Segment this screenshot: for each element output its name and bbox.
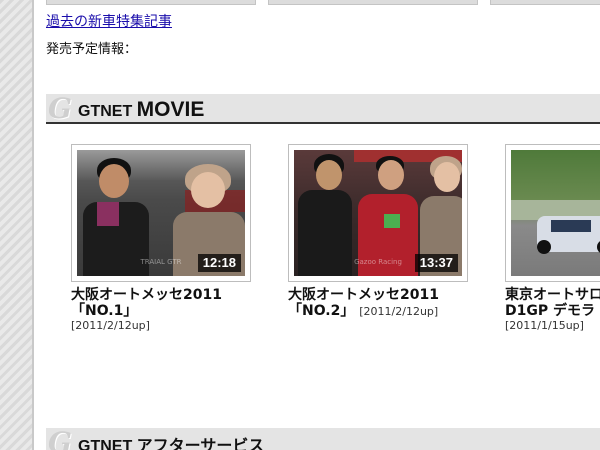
video-duration: 12:18 [197,254,241,272]
video-thumbnail-2[interactable]: Gazoo Racing 13:37 [288,144,468,282]
section-brand: GTNET [78,103,133,120]
video-title-line1: 大阪オートメッセ2011 [288,287,439,303]
video-duration: 13:37 [414,254,458,272]
movie-section-header: G GTNET MOVIE [46,94,600,124]
video-title-2[interactable]: 大阪オートメッセ2011 「NO.2」 [2011/2/12up] [288,287,439,320]
video-date-2: [2011/2/12up] [359,305,439,318]
top-tab-2[interactable] [268,0,478,5]
video-title-line2: 「NO.2」 [2011/2/12up] [288,303,439,319]
gutter-divider [32,0,34,450]
top-tab-1[interactable] [46,0,256,5]
section-brand: GTNET [78,438,133,450]
section-name: アフターサービス [136,438,265,450]
video-thumbnail-1[interactable]: TRAIAL GTR 12:18 [71,144,251,282]
video-title-line2: 「NO.1」 [71,303,138,319]
release-schedule-label: 発売予定情報： [46,42,138,57]
after-service-section-title: GTNET アフターサービス [78,432,264,450]
video-title-line2: D1GP デモラ [505,303,595,319]
after-service-section-header: G GTNET アフターサービス [46,428,600,450]
movie-section-title: GTNET MOVIE [78,98,204,122]
top-tab-3[interactable] [490,0,600,5]
video-date-1: [2011/2/12up] [71,319,150,332]
video-title-line1: 東京オートサロ [505,287,600,303]
gtnet-g-logo-icon: G [48,92,72,125]
video-title-1[interactable]: 大阪オートメッセ2011 「NO.1」 [71,287,222,319]
past-new-car-feature-link[interactable]: 過去の新車特集記事 [46,11,172,31]
left-gutter [0,0,32,450]
gtnet-g-logo-icon: G [48,426,72,450]
video-date-3: [2011/1/15up] [505,319,584,332]
section-name: MOVIE [136,98,205,121]
video-title-line1: 大阪オートメッセ2011 [71,287,222,303]
video-thumbnail-3[interactable] [505,144,600,282]
video-title-3[interactable]: 東京オートサロ D1GP デモラ [505,287,600,319]
